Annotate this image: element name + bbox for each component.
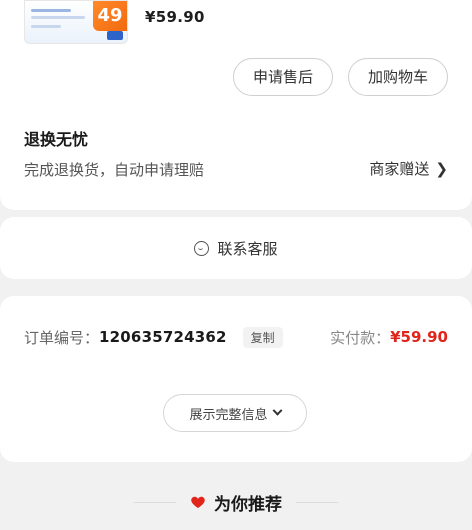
divider-left — [134, 501, 176, 503]
contact-service-button[interactable]: 联系客服 — [0, 217, 472, 279]
paid-amount-label: 实付款： — [330, 328, 391, 347]
recommend-title: 为你推荐 — [214, 494, 282, 515]
thumbnail-price-badge: 49 — [93, 1, 127, 31]
order-product-card: 49 ¥59.90 申请售后 加购物车 退换无忧 完成退换货，自动申请理赔 商家… — [0, 0, 472, 210]
contact-service-label: 联系客服 — [217, 239, 278, 258]
thumbnail-text-line — [31, 25, 61, 28]
heart-icon — [191, 496, 205, 508]
recommend-section-header: 为你推荐 — [0, 488, 472, 516]
merchant-gift-label: 商家赠送 — [369, 160, 430, 178]
thumbnail-text-line — [31, 16, 85, 19]
add-to-cart-button[interactable]: 加购物车 — [348, 58, 448, 96]
customer-service-card[interactable]: 联系客服 — [0, 217, 472, 279]
show-full-info-button[interactable]: 展示完整信息 — [163, 394, 307, 432]
product-thumbnail[interactable]: 49 — [24, 0, 128, 44]
product-price: ¥59.90 — [145, 8, 205, 26]
order-number-label: 订单编号： — [24, 328, 100, 347]
copy-order-number-button[interactable]: 复制 — [242, 326, 283, 348]
merchant-gift-link[interactable]: 商家赠送 ❯ — [369, 158, 448, 179]
return-worry-free-title: 退换无忧 — [24, 130, 89, 149]
smile-chat-icon — [194, 240, 210, 256]
return-worry-free-description: 完成退换货，自动申请理赔 — [24, 161, 205, 179]
chevron-down-icon — [272, 405, 282, 416]
order-number-row: 订单编号： 120635724362 复制 实付款： ¥59.90 — [24, 326, 448, 348]
apply-after-sales-button[interactable]: 申请售后 — [233, 58, 333, 96]
thumbnail-text-line — [31, 9, 71, 12]
paid-amount-value: ¥59.90 — [390, 328, 448, 346]
order-number-value: 120635724362 — [99, 328, 227, 346]
paid-amount: 实付款： ¥59.90 — [330, 327, 448, 348]
thumbnail-blue-tag — [107, 31, 123, 40]
chevron-right-icon: ❯ — [435, 159, 448, 178]
show-full-info-label: 展示完整信息 — [189, 407, 268, 423]
divider-right — [296, 501, 338, 503]
order-info-card: 订单编号： 120635724362 复制 实付款： ¥59.90 展示完整信息 — [0, 296, 472, 462]
